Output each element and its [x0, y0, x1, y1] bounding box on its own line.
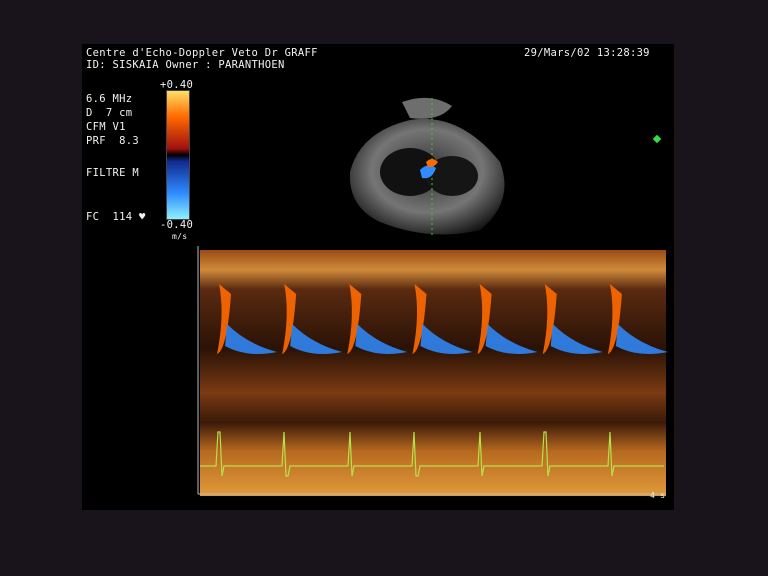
frequency-readout: 6.6 MHz — [86, 93, 133, 105]
scale-min-label: -0.40 — [160, 219, 194, 231]
depth-readout: D 7 cm — [86, 107, 133, 119]
patient-id: ID: SISKAIA Owner : PARANTHOEN — [86, 59, 285, 71]
filter-readout: FILTRE M — [86, 167, 139, 179]
m-mode-color-doppler-strip — [197, 246, 668, 496]
ultrasound-screen: Centre d'Echo-Doppler Veto Dr GRAFF ID: … — [0, 0, 768, 576]
prf-readout: PRF 8.3 — [86, 135, 139, 147]
scale-unit-label: m/s — [172, 232, 188, 241]
exam-datetime: 29/Mars/02 13:28:39 — [524, 47, 650, 59]
heart-rate-readout: FC 114 ♥ — [86, 211, 146, 223]
clinic-name: Centre d'Echo-Doppler Veto Dr GRAFF — [86, 47, 318, 59]
velocity-color-scale — [166, 90, 190, 220]
time-scale-label: 4 s — [650, 491, 666, 500]
2d-echo-sector-image — [349, 97, 505, 236]
mode-readout: CFM V1 — [86, 121, 126, 133]
